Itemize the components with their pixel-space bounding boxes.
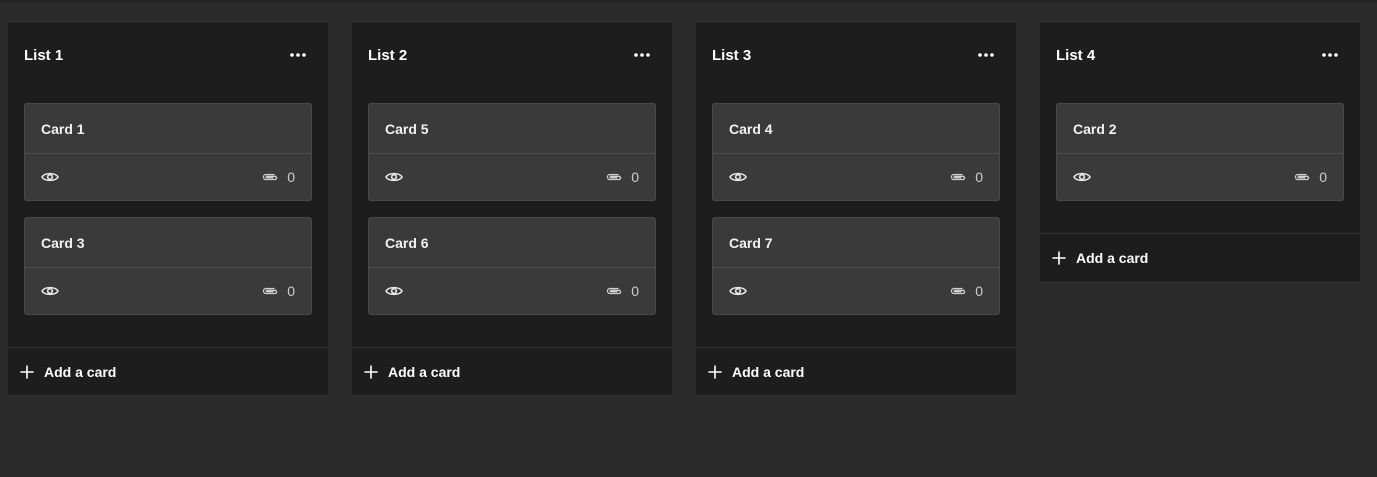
paperclip-icon	[261, 286, 279, 296]
card-footer: 0	[25, 268, 311, 314]
attachment-count: 0	[975, 169, 983, 185]
list-title: List 3	[712, 46, 752, 64]
attachment-count: 0	[631, 169, 639, 185]
card-title: Card 3	[25, 218, 311, 268]
more-horizontal-icon	[290, 53, 306, 57]
paperclip-icon	[1293, 172, 1311, 182]
list-1: List 1 Card 1 0 Card 3 0 Add a card	[8, 23, 328, 395]
add-card-button[interactable]: Add a card	[352, 347, 672, 395]
card-title: Card 1	[25, 104, 311, 154]
list-3: List 3 Card 4 0 Card 7 0 Add a card	[696, 23, 1016, 395]
card[interactable]: Card 4 0	[712, 103, 1000, 201]
card[interactable]: Card 2 0	[1056, 103, 1344, 201]
eye-icon[interactable]	[1073, 171, 1091, 183]
card[interactable]: Card 1 0	[24, 103, 312, 201]
card[interactable]: Card 7 0	[712, 217, 1000, 315]
list-header: List 1	[8, 23, 328, 87]
plus-icon	[364, 364, 378, 379]
card-footer: 0	[713, 268, 999, 314]
paperclip-icon	[605, 286, 623, 296]
paperclip-icon	[949, 172, 967, 182]
card-footer: 0	[1057, 154, 1343, 200]
board: List 1 Card 1 0 Card 3 0 Add a card List…	[8, 23, 1360, 395]
list-menu-button[interactable]	[284, 41, 312, 69]
more-horizontal-icon	[978, 53, 994, 57]
card-title: Card 7	[713, 218, 999, 268]
list-2: List 2 Card 5 0 Card 6 0 Add a card	[352, 23, 672, 395]
list-menu-button[interactable]	[1316, 41, 1344, 69]
eye-icon[interactable]	[41, 171, 59, 183]
paperclip-icon	[605, 172, 623, 182]
eye-icon[interactable]	[729, 171, 747, 183]
attachment-count: 0	[1319, 169, 1327, 185]
list-title: List 1	[24, 46, 64, 64]
top-bar	[0, 0, 1377, 2]
attachment-count-group: 0	[605, 169, 639, 185]
eye-icon[interactable]	[41, 285, 59, 297]
attachment-count: 0	[287, 169, 295, 185]
eye-icon[interactable]	[385, 285, 403, 297]
eye-icon[interactable]	[729, 285, 747, 297]
card[interactable]: Card 5 0	[368, 103, 656, 201]
plus-icon	[1052, 250, 1066, 265]
list-header: List 4	[1040, 23, 1360, 87]
more-horizontal-icon	[1322, 53, 1338, 57]
attachment-count-group: 0	[949, 283, 983, 299]
card-list: Card 4 0 Card 7 0	[696, 87, 1016, 315]
card-list: Card 2 0	[1040, 87, 1360, 201]
list-title: List 2	[368, 46, 408, 64]
list-4: List 4 Card 2 0 Add a card	[1040, 23, 1360, 281]
card-title: Card 4	[713, 104, 999, 154]
add-card-label: Add a card	[388, 363, 461, 380]
add-card-button[interactable]: Add a card	[8, 347, 328, 395]
attachment-count-group: 0	[1293, 169, 1327, 185]
more-horizontal-icon	[634, 53, 650, 57]
card-title: Card 6	[369, 218, 655, 268]
card-footer: 0	[369, 268, 655, 314]
card-list: Card 5 0 Card 6 0	[352, 87, 672, 315]
attachment-count: 0	[287, 283, 295, 299]
add-card-button[interactable]: Add a card	[1040, 233, 1360, 281]
list-menu-button[interactable]	[628, 41, 656, 69]
plus-icon	[20, 364, 34, 379]
list-header: List 2	[352, 23, 672, 87]
add-card-label: Add a card	[1076, 249, 1149, 266]
add-card-label: Add a card	[732, 363, 805, 380]
list-menu-button[interactable]	[972, 41, 1000, 69]
card[interactable]: Card 3 0	[24, 217, 312, 315]
card[interactable]: Card 6 0	[368, 217, 656, 315]
card-footer: 0	[25, 154, 311, 200]
plus-icon	[708, 364, 722, 379]
card-title: Card 2	[1057, 104, 1343, 154]
paperclip-icon	[261, 172, 279, 182]
card-list: Card 1 0 Card 3 0	[8, 87, 328, 315]
paperclip-icon	[949, 286, 967, 296]
card-title: Card 5	[369, 104, 655, 154]
eye-icon[interactable]	[385, 171, 403, 183]
card-footer: 0	[369, 154, 655, 200]
add-card-button[interactable]: Add a card	[696, 347, 1016, 395]
list-title: List 4	[1056, 46, 1096, 64]
attachment-count-group: 0	[261, 283, 295, 299]
card-footer: 0	[713, 154, 999, 200]
attachment-count: 0	[975, 283, 983, 299]
add-card-label: Add a card	[44, 363, 117, 380]
attachment-count-group: 0	[261, 169, 295, 185]
list-header: List 3	[696, 23, 1016, 87]
attachment-count-group: 0	[605, 283, 639, 299]
attachment-count: 0	[631, 283, 639, 299]
attachment-count-group: 0	[949, 169, 983, 185]
